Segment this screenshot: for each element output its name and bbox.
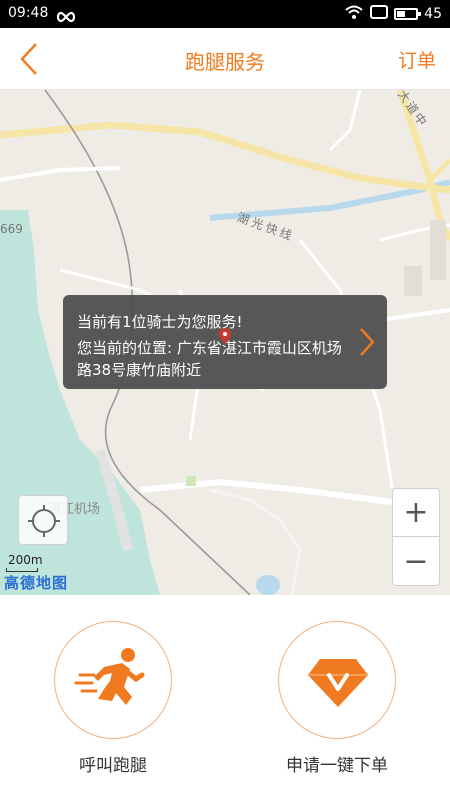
map-provider-logo: 高德地图 — [4, 574, 69, 592]
chevron-right-icon[interactable] — [359, 327, 375, 361]
battery-percent: 45 — [424, 6, 442, 22]
battery-icon — [394, 8, 422, 20]
rider-count-text: 当前有1位骑士为您服务! — [77, 313, 243, 331]
zoom-control: + − — [392, 488, 440, 586]
orders-link[interactable]: 订单 — [398, 46, 436, 73]
running-man-icon — [74, 648, 145, 705]
wifi-icon — [344, 4, 364, 24]
quick-order-button[interactable]: 申请一键下单 — [262, 595, 412, 800]
location-pin-icon — [219, 328, 231, 348]
header: 跑腿服务 订单 — [0, 28, 450, 90]
action-circle — [278, 621, 396, 739]
road-label: 669 — [0, 222, 23, 236]
status-bar: 09:48 45 — [0, 0, 450, 28]
sim-icon — [370, 5, 389, 23]
status-time: 09:48 — [8, 5, 49, 21]
call-runner-button[interactable]: 呼叫跑腿 — [38, 595, 188, 800]
action-panel: 呼叫跑腿 申请一键下单 — [0, 595, 450, 800]
action-circle — [54, 621, 172, 739]
map-scale-label: 200m — [8, 553, 43, 567]
current-location-text: 您当前的位置: 广东省湛江市霞山区机场路38号康竹庙附近 — [77, 339, 342, 379]
diamond-v-icon — [308, 659, 368, 707]
locate-button[interactable] — [18, 495, 68, 545]
zoom-out-button[interactable]: − — [393, 538, 439, 586]
battery-fill — [397, 11, 406, 17]
map-view[interactable]: 湖光快线 大道中 669 湛江机场 当前有1位骑士为您服务! 您当前的位置: 广… — [0, 90, 450, 595]
infinity-icon — [55, 8, 77, 27]
zoom-in-button[interactable]: + — [393, 489, 439, 537]
crosshair-icon — [28, 505, 60, 537]
call-runner-label: 呼叫跑腿 — [79, 756, 147, 776]
page-title: 跑腿服务 — [185, 50, 265, 74]
quick-order-label: 申请一键下单 — [286, 756, 388, 776]
